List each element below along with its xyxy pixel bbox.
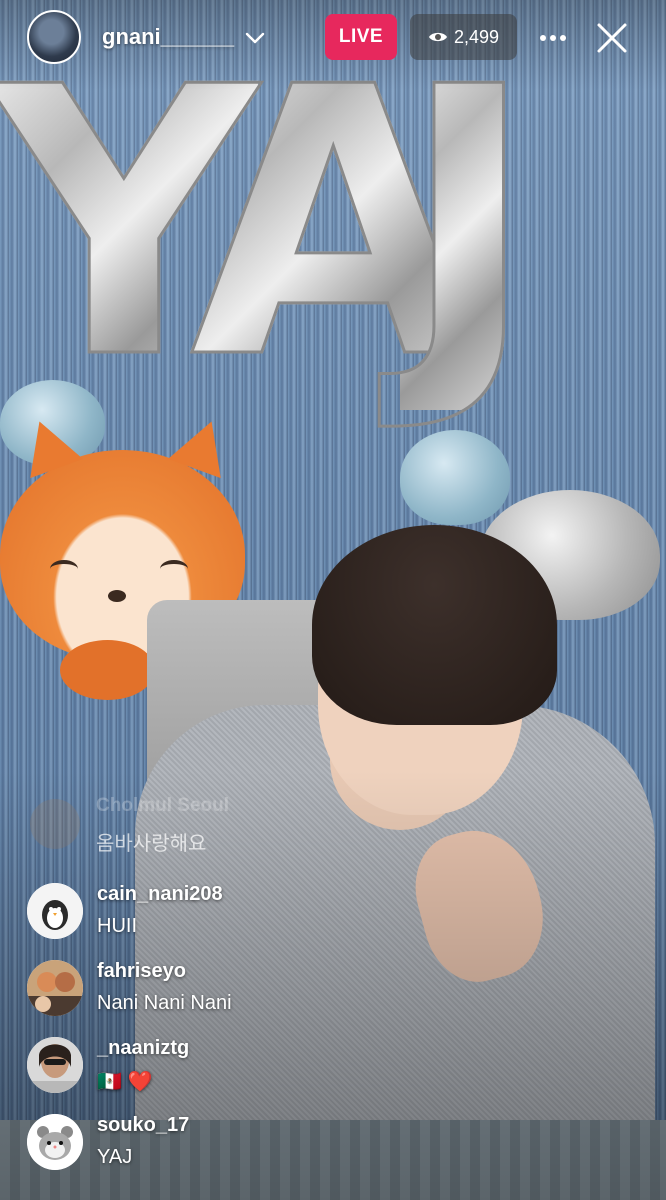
- comment-text: YAJ: [97, 1146, 133, 1168]
- more-horizontal-icon: [540, 35, 566, 41]
- photo-avatar[interactable]: [27, 1037, 83, 1093]
- photo-avatar[interactable]: [27, 960, 83, 1016]
- comment-text: Nani Nani Nani: [97, 992, 232, 1014]
- chevron-down-icon[interactable]: [243, 26, 267, 50]
- hamster-avatar[interactable]: [27, 1114, 83, 1170]
- close-button[interactable]: [592, 18, 632, 58]
- host-avatar[interactable]: [27, 10, 81, 64]
- viewer-count-pill[interactable]: 2,499: [410, 14, 517, 60]
- comment-item: souko_17 YAJ: [0, 1114, 666, 1184]
- heart-balloon: [400, 430, 510, 525]
- faded-comment-avatar: [30, 799, 80, 849]
- more-options-button[interactable]: [533, 18, 573, 58]
- live-stream-screen: Y A J gnani______ LIVE 2,499 Cholmul Seo…: [0, 0, 666, 1200]
- comment-username[interactable]: _naaniztg: [97, 1037, 189, 1060]
- host-username[interactable]: gnani______: [102, 24, 234, 50]
- comment-text: 🇲🇽 ❤️: [97, 1071, 153, 1093]
- close-icon: [597, 23, 627, 53]
- comment-text: 옴바사랑해요: [96, 833, 207, 855]
- balloon-letter-j: J: [399, 10, 540, 440]
- penguin-avatar[interactable]: [27, 883, 83, 939]
- fox-balloon-tail: [60, 640, 155, 700]
- viewer-count: 2,499: [453, 26, 500, 47]
- comment-username[interactable]: fahriseyo: [97, 960, 186, 983]
- comment-username[interactable]: souko_17: [97, 1114, 189, 1137]
- comment-username: Cholmul Seoul: [96, 795, 229, 816]
- live-badge: LIVE: [325, 14, 397, 60]
- comment-item: cain_nani208 HUII: [0, 883, 666, 953]
- comment-text: HUII: [97, 915, 137, 937]
- live-header: gnani______ LIVE 2,499: [0, 0, 666, 80]
- comment-item: _naaniztg 🇲🇽 ❤️: [0, 1037, 666, 1107]
- comment-username[interactable]: cain_nani208: [97, 883, 223, 906]
- person-hair: [312, 525, 557, 725]
- eye-icon: [428, 32, 447, 42]
- comment-item: fahriseyo Nani Nani Nani: [0, 960, 666, 1030]
- faded-comment: Cholmul Seoul 옴바사랑해요: [96, 795, 229, 856]
